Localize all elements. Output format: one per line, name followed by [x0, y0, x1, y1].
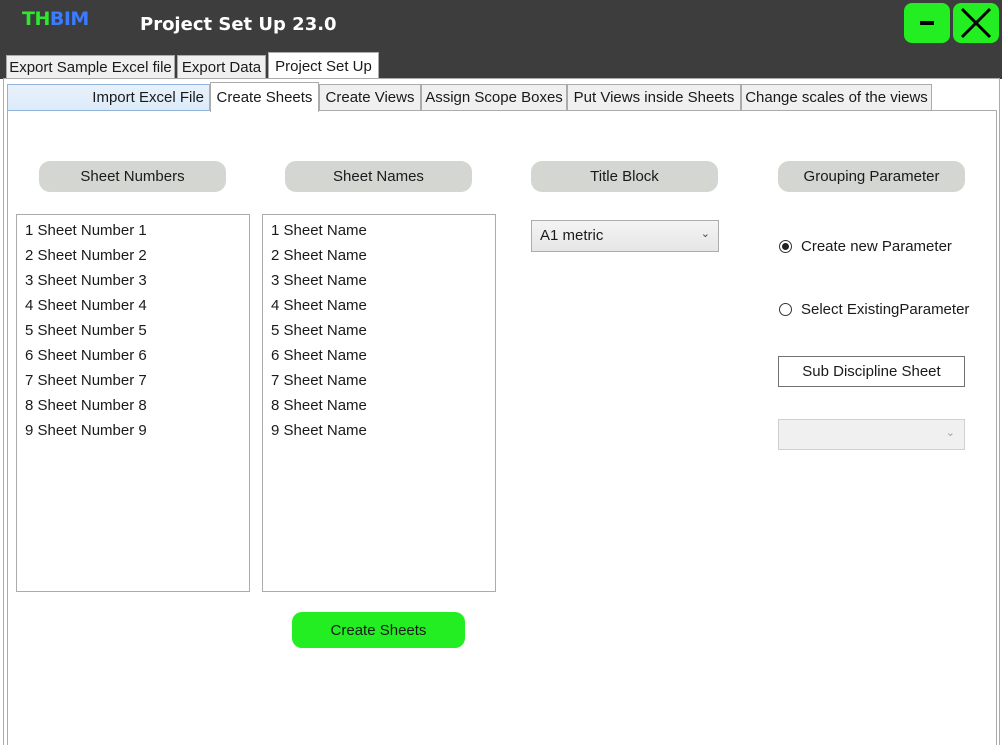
app-title: Project Set Up 23.0 — [140, 14, 337, 35]
list-item[interactable]: 6 Sheet Name — [263, 346, 495, 371]
sheet-names-header: Sheet Names — [285, 161, 472, 192]
list-item[interactable]: 9 Sheet Name — [263, 421, 495, 446]
list-item[interactable]: 3 Sheet Number 3 — [17, 271, 249, 296]
minimize-button[interactable] — [904, 3, 950, 43]
chevron-down-icon: ⌄ — [945, 426, 955, 439]
tab-create-views[interactable]: Create Views — [319, 84, 421, 111]
tab-create-sheets[interactable]: Create Sheets — [210, 82, 319, 112]
tab-project-set-up[interactable]: Project Set Up — [268, 52, 379, 80]
list-item[interactable]: 5 Sheet Name — [263, 321, 495, 346]
list-item[interactable]: 2 Sheet Name — [263, 246, 495, 271]
sheet-numbers-header: Sheet Numbers — [39, 161, 226, 192]
list-item[interactable]: 1 Sheet Name — [263, 221, 495, 246]
tab-change-scales[interactable]: Change scales of the views — [741, 84, 932, 111]
list-item[interactable]: 1 Sheet Number 1 — [17, 221, 249, 246]
title-block-value: A1 metric — [540, 227, 604, 244]
sub-discipline-field[interactable]: Sub Discipline Sheet — [778, 356, 965, 387]
list-item[interactable]: 6 Sheet Number 6 — [17, 346, 249, 371]
tab-export-sample-excel[interactable]: Export Sample Excel file — [6, 55, 175, 79]
list-item[interactable]: 9 Sheet Number 9 — [17, 421, 249, 446]
list-item[interactable]: 7 Sheet Name — [263, 371, 495, 396]
existing-parameter-select[interactable]: ⌄ — [778, 419, 965, 450]
list-item[interactable]: 8 Sheet Name — [263, 396, 495, 421]
title-block-header: Title Block — [531, 161, 718, 192]
radio-unselected-icon — [779, 303, 792, 316]
tab-assign-scope-boxes[interactable]: Assign Scope Boxes — [421, 84, 567, 111]
tab-put-views-inside-sheets[interactable]: Put Views inside Sheets — [567, 84, 741, 111]
tab-import-excel-file[interactable]: Import Excel File — [7, 84, 210, 111]
list-item[interactable]: 3 Sheet Name — [263, 271, 495, 296]
minimize-icon — [920, 21, 934, 25]
radio-select-existing-parameter[interactable]: Select ExistingParameter — [779, 301, 969, 318]
radio-label: Select ExistingParameter — [801, 301, 970, 318]
app-logo: THBIM — [22, 8, 89, 30]
list-item[interactable]: 4 Sheet Name — [263, 296, 495, 321]
sheet-names-list[interactable]: 1 Sheet Name 2 Sheet Name 3 Sheet Name 4… — [262, 214, 496, 592]
radio-selected-icon — [779, 240, 792, 253]
close-button[interactable] — [953, 3, 999, 43]
grouping-parameter-header: Grouping Parameter — [778, 161, 965, 192]
radio-label: Create new Parameter — [801, 238, 952, 255]
list-item[interactable]: 8 Sheet Number 8 — [17, 396, 249, 421]
list-item[interactable]: 5 Sheet Number 5 — [17, 321, 249, 346]
create-sheets-button[interactable]: Create Sheets — [292, 612, 465, 648]
radio-create-new-parameter[interactable]: Create new Parameter — [779, 238, 952, 255]
close-icon — [960, 7, 992, 39]
list-item[interactable]: 2 Sheet Number 2 — [17, 246, 249, 271]
tab-export-data[interactable]: Export Data — [177, 55, 266, 79]
title-bar: THBIM Project Set Up 23.0 — [0, 0, 1002, 52]
title-block-select[interactable]: A1 metric ⌄ — [531, 220, 719, 252]
list-item[interactable]: 7 Sheet Number 7 — [17, 371, 249, 396]
sheet-numbers-list[interactable]: 1 Sheet Number 1 2 Sheet Number 2 3 Shee… — [16, 214, 250, 592]
chevron-down-icon: ⌄ — [700, 227, 710, 240]
list-item[interactable]: 4 Sheet Number 4 — [17, 296, 249, 321]
